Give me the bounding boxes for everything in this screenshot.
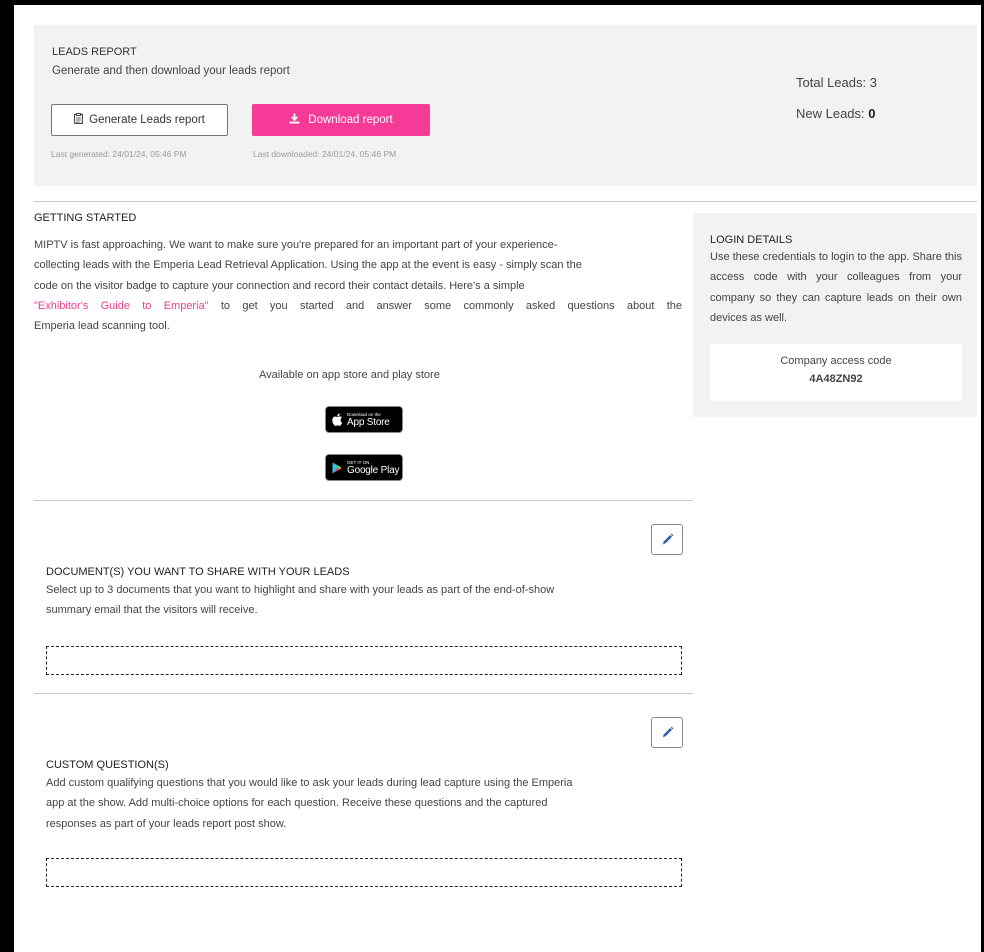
apple-icon — [332, 413, 343, 426]
total-leads-stat: Total Leads: 3 — [796, 75, 877, 90]
app-store-badge[interactable]: Download on the App Store — [325, 406, 403, 433]
clipboard-icon — [74, 112, 84, 127]
pencil-icon — [661, 533, 674, 546]
custom-questions-line-3: responses as part of your leads report p… — [46, 817, 287, 830]
getting-started-line-4: "Exhibitor's Guide to Emperia" to get yo… — [34, 296, 682, 316]
last-generated-text: Last generated: 24/01/24, 05:46 PM — [51, 149, 187, 159]
getting-started-line-4-rest: to get you started and answer some commo… — [220, 299, 682, 312]
edit-custom-questions-button[interactable] — [651, 717, 683, 748]
divider — [34, 500, 693, 501]
pencil-icon — [661, 726, 674, 739]
getting-started-line-3: code on the visitor badge to capture you… — [34, 279, 525, 292]
divider — [34, 201, 977, 202]
stores-caption: Available on app store and play store — [259, 369, 440, 381]
custom-questions-title: CUSTOM QUESTION(S) — [46, 759, 169, 771]
google-play-badge[interactable]: GET IT ON Google Play — [325, 454, 403, 481]
login-details-panel: LOGIN DETAILS Use these credentials to l… — [693, 213, 977, 417]
getting-started-line-2: collecting leads with the Emperia Lead R… — [34, 259, 582, 272]
play-triangle-icon — [332, 462, 342, 474]
documents-title: DOCUMENT(S) YOU WANT TO SHARE WITH YOUR … — [46, 566, 350, 578]
custom-questions-dropzone[interactable] — [46, 858, 682, 887]
download-report-label: Download report — [308, 114, 393, 126]
new-leads-stat: New Leads: 0 — [796, 106, 876, 121]
getting-started-line-5: Emperia lead scanning tool. — [34, 320, 170, 333]
custom-questions-line-1: Add custom qualifying questions that you… — [46, 777, 573, 789]
getting-started-line-1: MIPTV is fast approaching. We want to ma… — [34, 239, 558, 251]
divider — [34, 693, 693, 694]
google-play-big-text: Google Play — [347, 464, 400, 476]
documents-line-1: Select up to 3 documents that you want t… — [46, 584, 555, 596]
getting-started-text: MIPTV is fast approaching. We want to ma… — [34, 235, 682, 336]
documents-text: Select up to 3 documents that you want t… — [46, 580, 682, 621]
login-details-title: LOGIN DETAILS — [710, 234, 793, 246]
custom-questions-line-2: app at the show. Add multi-choice option… — [46, 797, 548, 810]
generate-leads-report-label: Generate Leads report — [89, 114, 205, 126]
generate-leads-report-button[interactable]: Generate Leads report — [51, 104, 228, 136]
new-leads-value: 0 — [868, 106, 876, 121]
new-leads-label: New Leads: — [796, 106, 865, 121]
leads-report-title: LEADS REPORT — [52, 46, 137, 58]
download-report-button[interactable]: Download report — [252, 104, 430, 136]
custom-questions-text: Add custom qualifying questions that you… — [46, 773, 682, 834]
access-code-box: Company access code 4A48ZN92 — [710, 344, 962, 401]
last-downloaded-text: Last downloaded: 24/01/24, 05:46 PM — [253, 149, 397, 159]
documents-dropzone[interactable] — [46, 646, 682, 675]
leads-report-panel: LEADS REPORT Generate and then download … — [34, 25, 977, 186]
login-details-text: Use these credentials to login to the ap… — [710, 251, 962, 324]
leads-report-subtitle: Generate and then download your leads re… — [52, 65, 290, 77]
getting-started-title: GETTING STARTED — [34, 212, 137, 224]
access-code-label: Company access code — [780, 355, 892, 367]
documents-line-2: summary email that the visitors will rec… — [46, 604, 258, 617]
app-store-big-text: App Store — [347, 416, 390, 428]
app-store-text: Download on the App Store — [347, 412, 390, 428]
edit-documents-button[interactable] — [651, 524, 683, 555]
download-icon — [289, 113, 300, 127]
exhibitors-guide-link[interactable]: "Exhibitor's Guide to Emperia" — [34, 300, 209, 312]
access-code-value: 4A48ZN92 — [809, 373, 863, 385]
google-play-text: GET IT ON Google Play — [347, 460, 399, 476]
